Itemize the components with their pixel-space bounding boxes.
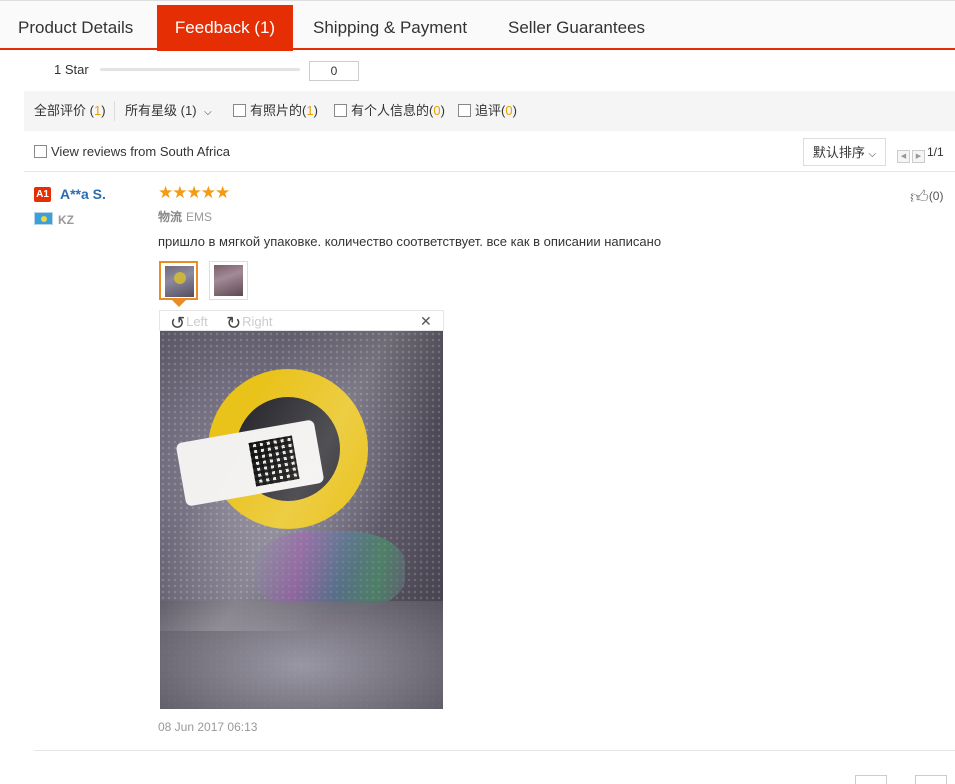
filter-all-count: 1: [93, 103, 102, 118]
sort-label: 默认排序: [812, 145, 865, 160]
pager: ◀ ▶ 1/1: [897, 145, 944, 163]
filter-all-label: 全部评价: [34, 103, 87, 118]
rating-bar: [100, 68, 300, 71]
tab-seller-guarantees[interactable]: Seller Guarantees: [508, 5, 645, 51]
chevron-down-icon: ⌵: [204, 107, 212, 118]
filter-star-count: (1): [180, 103, 197, 118]
logistics-info: 物流 EMS: [158, 208, 212, 225]
follow-up-checkbox[interactable]: [458, 104, 471, 117]
follow-up-label: 追评: [475, 103, 502, 118]
logistics-value: EMS: [186, 210, 213, 224]
filter-all[interactable]: 全部评价 (1): [34, 91, 106, 131]
with-info-checkbox[interactable]: [334, 104, 347, 117]
rating-stars: ★★★★★: [158, 183, 230, 202]
prev-page-icon[interactable]: ◀: [897, 150, 910, 163]
kazakhstan-flag-icon: [34, 212, 53, 225]
filter-with-photos[interactable]: 有照片的(1): [233, 91, 318, 131]
tab-bar: Product Details Feedback (1) Shipping & …: [0, 0, 955, 51]
rotate-left-label: Left: [186, 314, 208, 329]
rating-level-label: 1 Star: [54, 62, 89, 77]
close-icon[interactable]: ✕: [420, 313, 432, 330]
filter-follow-up[interactable]: 追评(0): [458, 91, 517, 131]
rating-count: 0: [309, 61, 359, 81]
south-africa-checkbox[interactable]: [34, 145, 47, 158]
south-africa-label: View reviews from South Africa: [51, 144, 230, 159]
tab-feedback[interactable]: Feedback (1): [157, 5, 293, 51]
filter-star-label: 所有星级: [125, 103, 178, 118]
page-indicator: 1/1: [927, 145, 944, 159]
next-page-icon[interactable]: ▶: [912, 150, 925, 163]
divider: [24, 171, 955, 172]
tab-product-details[interactable]: Product Details: [18, 5, 133, 51]
chevron-down-icon: ⌵: [868, 149, 877, 160]
with-info-count: 0: [433, 103, 441, 118]
reviewer-name: A**a S.: [60, 186, 106, 202]
review-text: пришло в мягкой упаковке. количество соо…: [158, 234, 662, 249]
photo-viewer-toolbar: ↺Left ↻Right ✕: [159, 310, 444, 333]
with-photos-checkbox[interactable]: [233, 104, 246, 117]
rotate-right-label: Right: [242, 314, 273, 329]
south-africa-filter[interactable]: View reviews from South Africa: [34, 144, 230, 159]
with-photos-count: 1: [306, 103, 314, 118]
helpful-button[interactable]: 👍︎(0): [910, 186, 943, 208]
thumbs-up-icon: 👍︎: [910, 187, 929, 207]
helpful-count: (0): [928, 189, 944, 203]
tab-shipping-payment[interactable]: Shipping & Payment: [313, 5, 467, 51]
with-info-label: 有个人信息的: [351, 103, 430, 118]
sort-dropdown[interactable]: 默认排序 ⌵: [803, 138, 886, 166]
thumb-caret: [172, 300, 186, 307]
filter-bar: 全部评价 (1) 所有星级 (1) ⌵ 有照片的(1) 有个人信息的(0) 追评…: [24, 91, 955, 131]
follow-up-count: 0: [505, 103, 513, 118]
filter-divider: [114, 101, 115, 121]
review-photo-large: [160, 331, 443, 709]
with-photos-label: 有照片的: [250, 103, 303, 118]
review-date: 08 Jun 2017 06:13: [158, 720, 258, 734]
filter-with-info[interactable]: 有个人信息的(0): [334, 91, 445, 131]
buyer-level-badge: A1: [34, 187, 51, 202]
logistics-label: 物流: [158, 210, 183, 224]
filter-star-dropdown[interactable]: 所有星级 (1) ⌵: [125, 91, 212, 131]
divider: [34, 750, 955, 751]
reviewer-country: KZ: [58, 213, 74, 227]
review-photo-thumb-1[interactable]: [159, 261, 198, 300]
review-photo-thumb-2[interactable]: [209, 261, 248, 300]
